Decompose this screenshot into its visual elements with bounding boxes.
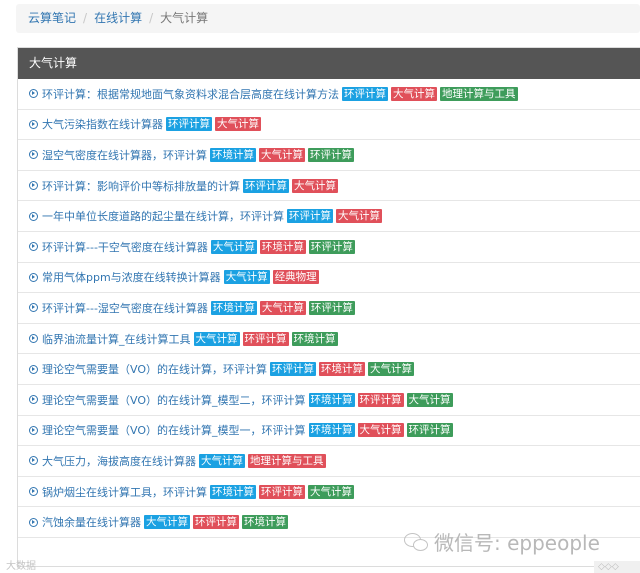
- circle-arrow-icon: [29, 242, 38, 252]
- calculator-link[interactable]: 环评计算：影响评价中等标排放量的计算: [42, 178, 240, 194]
- list-item[interactable]: 环评计算：影响评价中等标排放量的计算 环评计算 大气计算: [18, 171, 640, 202]
- circle-arrow-icon: [29, 425, 38, 435]
- category-tag[interactable]: 大气计算: [368, 362, 414, 377]
- calculator-link[interactable]: 环评计算---湿空气密度在线计算器: [42, 300, 208, 316]
- category-tag[interactable]: 环境计算: [210, 147, 256, 162]
- category-tag[interactable]: 环评计算: [357, 392, 404, 407]
- category-tag[interactable]: 环境计算: [308, 392, 355, 407]
- calculator-link[interactable]: 一年中单位长度道路的起尘量在线计算，环评计算: [42, 208, 284, 224]
- calculator-link[interactable]: 环评计算：根据常规地面气象资料求混合层高度在线计算方法: [42, 86, 339, 102]
- category-tag[interactable]: 大气计算: [199, 453, 245, 468]
- breadcrumb-item-current: 大气计算: [160, 11, 209, 25]
- calculator-link[interactable]: 大气压力，海拔高度在线计算器: [42, 453, 196, 469]
- category-tag[interactable]: 大气计算: [259, 300, 306, 315]
- circle-arrow-icon: [29, 334, 38, 344]
- list-item[interactable]: 理论空气需要量（VO）的在线计算_模型一，环评计算 环境计算 大气计算 环评计算: [18, 416, 640, 447]
- category-tag[interactable]: 地理计算与工具: [248, 453, 326, 468]
- circle-arrow-icon: [29, 89, 38, 99]
- category-tag[interactable]: 大气计算: [144, 515, 190, 530]
- category-tag[interactable]: 环评计算: [406, 423, 453, 438]
- breadcrumb-item-home[interactable]: 云算笔记: [28, 11, 76, 25]
- footer-corner-badge: ◇◇◇: [594, 561, 640, 573]
- category-tag[interactable]: 环评计算: [308, 300, 355, 315]
- list-item[interactable]: 临界油流量计算_在线计算工具 大气计算 环评计算 环境计算: [18, 324, 640, 355]
- category-tag[interactable]: 环评计算: [243, 178, 289, 193]
- circle-arrow-icon: [29, 181, 38, 191]
- calculator-link[interactable]: 汽蚀余量在线计算器: [42, 514, 141, 530]
- category-tag[interactable]: 环评计算: [259, 484, 305, 499]
- list-item[interactable]: 大气污染指数在线计算器 环评计算 大气计算: [18, 110, 640, 141]
- list-item[interactable]: 理论空气需要量（VO）的在线计算_模型二，环评计算 环境计算 环评计算 大气计算: [18, 385, 640, 416]
- calculator-link[interactable]: 环评计算---干空气密度在线计算器: [42, 239, 208, 255]
- calculator-list-panel: 大气计算 环评计算：根据常规地面气象资料求混合层高度在线计算方法 环评计算 大气计算…: [17, 47, 640, 567]
- list-item[interactable]: 环评计算---干空气密度在线计算器 大气计算 环境计算 环评计算: [18, 232, 640, 263]
- wechat-watermark: 微信号: eppeople: [404, 527, 600, 556]
- category-tag[interactable]: 环评计算: [242, 331, 289, 346]
- category-tag[interactable]: 大气计算: [193, 331, 240, 346]
- category-tag[interactable]: 大气计算: [215, 117, 261, 132]
- calculator-link[interactable]: 湿空气密度在线计算器，环评计算: [42, 147, 207, 163]
- category-tag[interactable]: 环评计算: [166, 117, 212, 132]
- category-tag[interactable]: 环境计算: [210, 300, 257, 315]
- circle-arrow-icon: [29, 517, 38, 527]
- wechat-icon: [404, 532, 430, 552]
- category-tag[interactable]: 大气计算: [223, 270, 270, 285]
- list-item[interactable]: 大气压力，海拔高度在线计算器 大气计算 地理计算与工具: [18, 446, 640, 477]
- calculator-link[interactable]: 大气污染指数在线计算器: [42, 116, 163, 132]
- list-item[interactable]: 环评计算：根据常规地面气象资料求混合层高度在线计算方法 环评计算 大气计算 地理计算与…: [18, 79, 640, 110]
- category-tag[interactable]: 环评计算: [287, 209, 333, 224]
- category-tag[interactable]: 地理计算与工具: [440, 86, 518, 101]
- category-tag[interactable]: 环评计算: [193, 515, 239, 530]
- category-tag[interactable]: 大气计算: [406, 392, 453, 407]
- category-tag[interactable]: 环境计算: [319, 362, 365, 377]
- category-tag[interactable]: 环境计算: [242, 515, 288, 530]
- list-item[interactable]: 湿空气密度在线计算器，环评计算 环境计算 大气计算 环评计算: [18, 140, 640, 171]
- circle-arrow-icon: [29, 150, 38, 160]
- list-item[interactable]: 环评计算---湿空气密度在线计算器 环境计算 大气计算 环评计算: [18, 293, 640, 324]
- category-tag[interactable]: 环境计算: [210, 484, 256, 499]
- calculator-list: 环评计算：根据常规地面气象资料求混合层高度在线计算方法 环评计算 大气计算 地理计算与…: [18, 79, 640, 538]
- circle-arrow-icon: [29, 272, 38, 282]
- category-tag[interactable]: 环评计算: [308, 147, 354, 162]
- breadcrumb-item-online[interactable]: 在线计算: [94, 11, 142, 25]
- category-tag[interactable]: 经典物理: [272, 270, 319, 285]
- category-tag[interactable]: 环评计算: [270, 362, 316, 377]
- calculator-link[interactable]: 常用气体ppm与浓度在线转换计算器: [42, 269, 221, 285]
- category-tag[interactable]: 大气计算: [308, 484, 354, 499]
- category-tag[interactable]: 大气计算: [391, 86, 437, 101]
- calculator-link[interactable]: 临界油流量计算_在线计算工具: [42, 331, 191, 347]
- list-item[interactable]: 一年中单位长度道路的起尘量在线计算，环评计算 环评计算 大气计算: [18, 201, 640, 232]
- breadcrumb-separator: /: [149, 11, 154, 25]
- circle-arrow-icon: [29, 119, 38, 129]
- breadcrumb: 云算笔记 / 在线计算 / 大气计算: [16, 4, 640, 33]
- circle-arrow-icon: [29, 456, 38, 466]
- category-tag[interactable]: 大气计算: [336, 209, 382, 224]
- category-tag[interactable]: 大气计算: [259, 147, 305, 162]
- category-tag[interactable]: 环境计算: [291, 331, 338, 346]
- category-tag[interactable]: 环评计算: [342, 86, 388, 101]
- circle-arrow-icon: [29, 395, 38, 405]
- calculator-link[interactable]: 理论空气需要量（VO）的在线计算_模型二，环评计算: [42, 392, 306, 408]
- watermark-text: 微信号: eppeople: [434, 531, 600, 555]
- breadcrumb-separator: /: [83, 11, 88, 25]
- panel-heading: 大气计算: [18, 48, 640, 79]
- category-tag[interactable]: 大气计算: [210, 239, 257, 254]
- calculator-link[interactable]: 锅炉烟尘在线计算工具，环评计算: [42, 484, 207, 500]
- circle-arrow-icon: [29, 303, 38, 313]
- category-tag[interactable]: 大气计算: [292, 178, 338, 193]
- category-tag[interactable]: 环境计算: [308, 423, 355, 438]
- list-item[interactable]: 锅炉烟尘在线计算工具，环评计算 环境计算 环评计算 大气计算: [18, 477, 640, 508]
- circle-arrow-icon: [29, 364, 38, 374]
- category-tag[interactable]: 环评计算: [308, 239, 355, 254]
- circle-arrow-icon: [29, 211, 38, 221]
- list-item[interactable]: 常用气体ppm与浓度在线转换计算器 大气计算 经典物理: [18, 263, 640, 294]
- category-tag[interactable]: 环境计算: [259, 239, 306, 254]
- footer-watermark-left: 大数据: [6, 561, 36, 572]
- circle-arrow-icon: [29, 487, 38, 497]
- list-item[interactable]: 理论空气需要量（VO）的在线计算，环评计算 环评计算 环境计算 大气计算: [18, 354, 640, 385]
- category-tag[interactable]: 大气计算: [357, 423, 404, 438]
- calculator-link[interactable]: 理论空气需要量（VO）的在线计算，环评计算: [42, 361, 267, 377]
- calculator-link[interactable]: 理论空气需要量（VO）的在线计算_模型一，环评计算: [42, 422, 306, 438]
